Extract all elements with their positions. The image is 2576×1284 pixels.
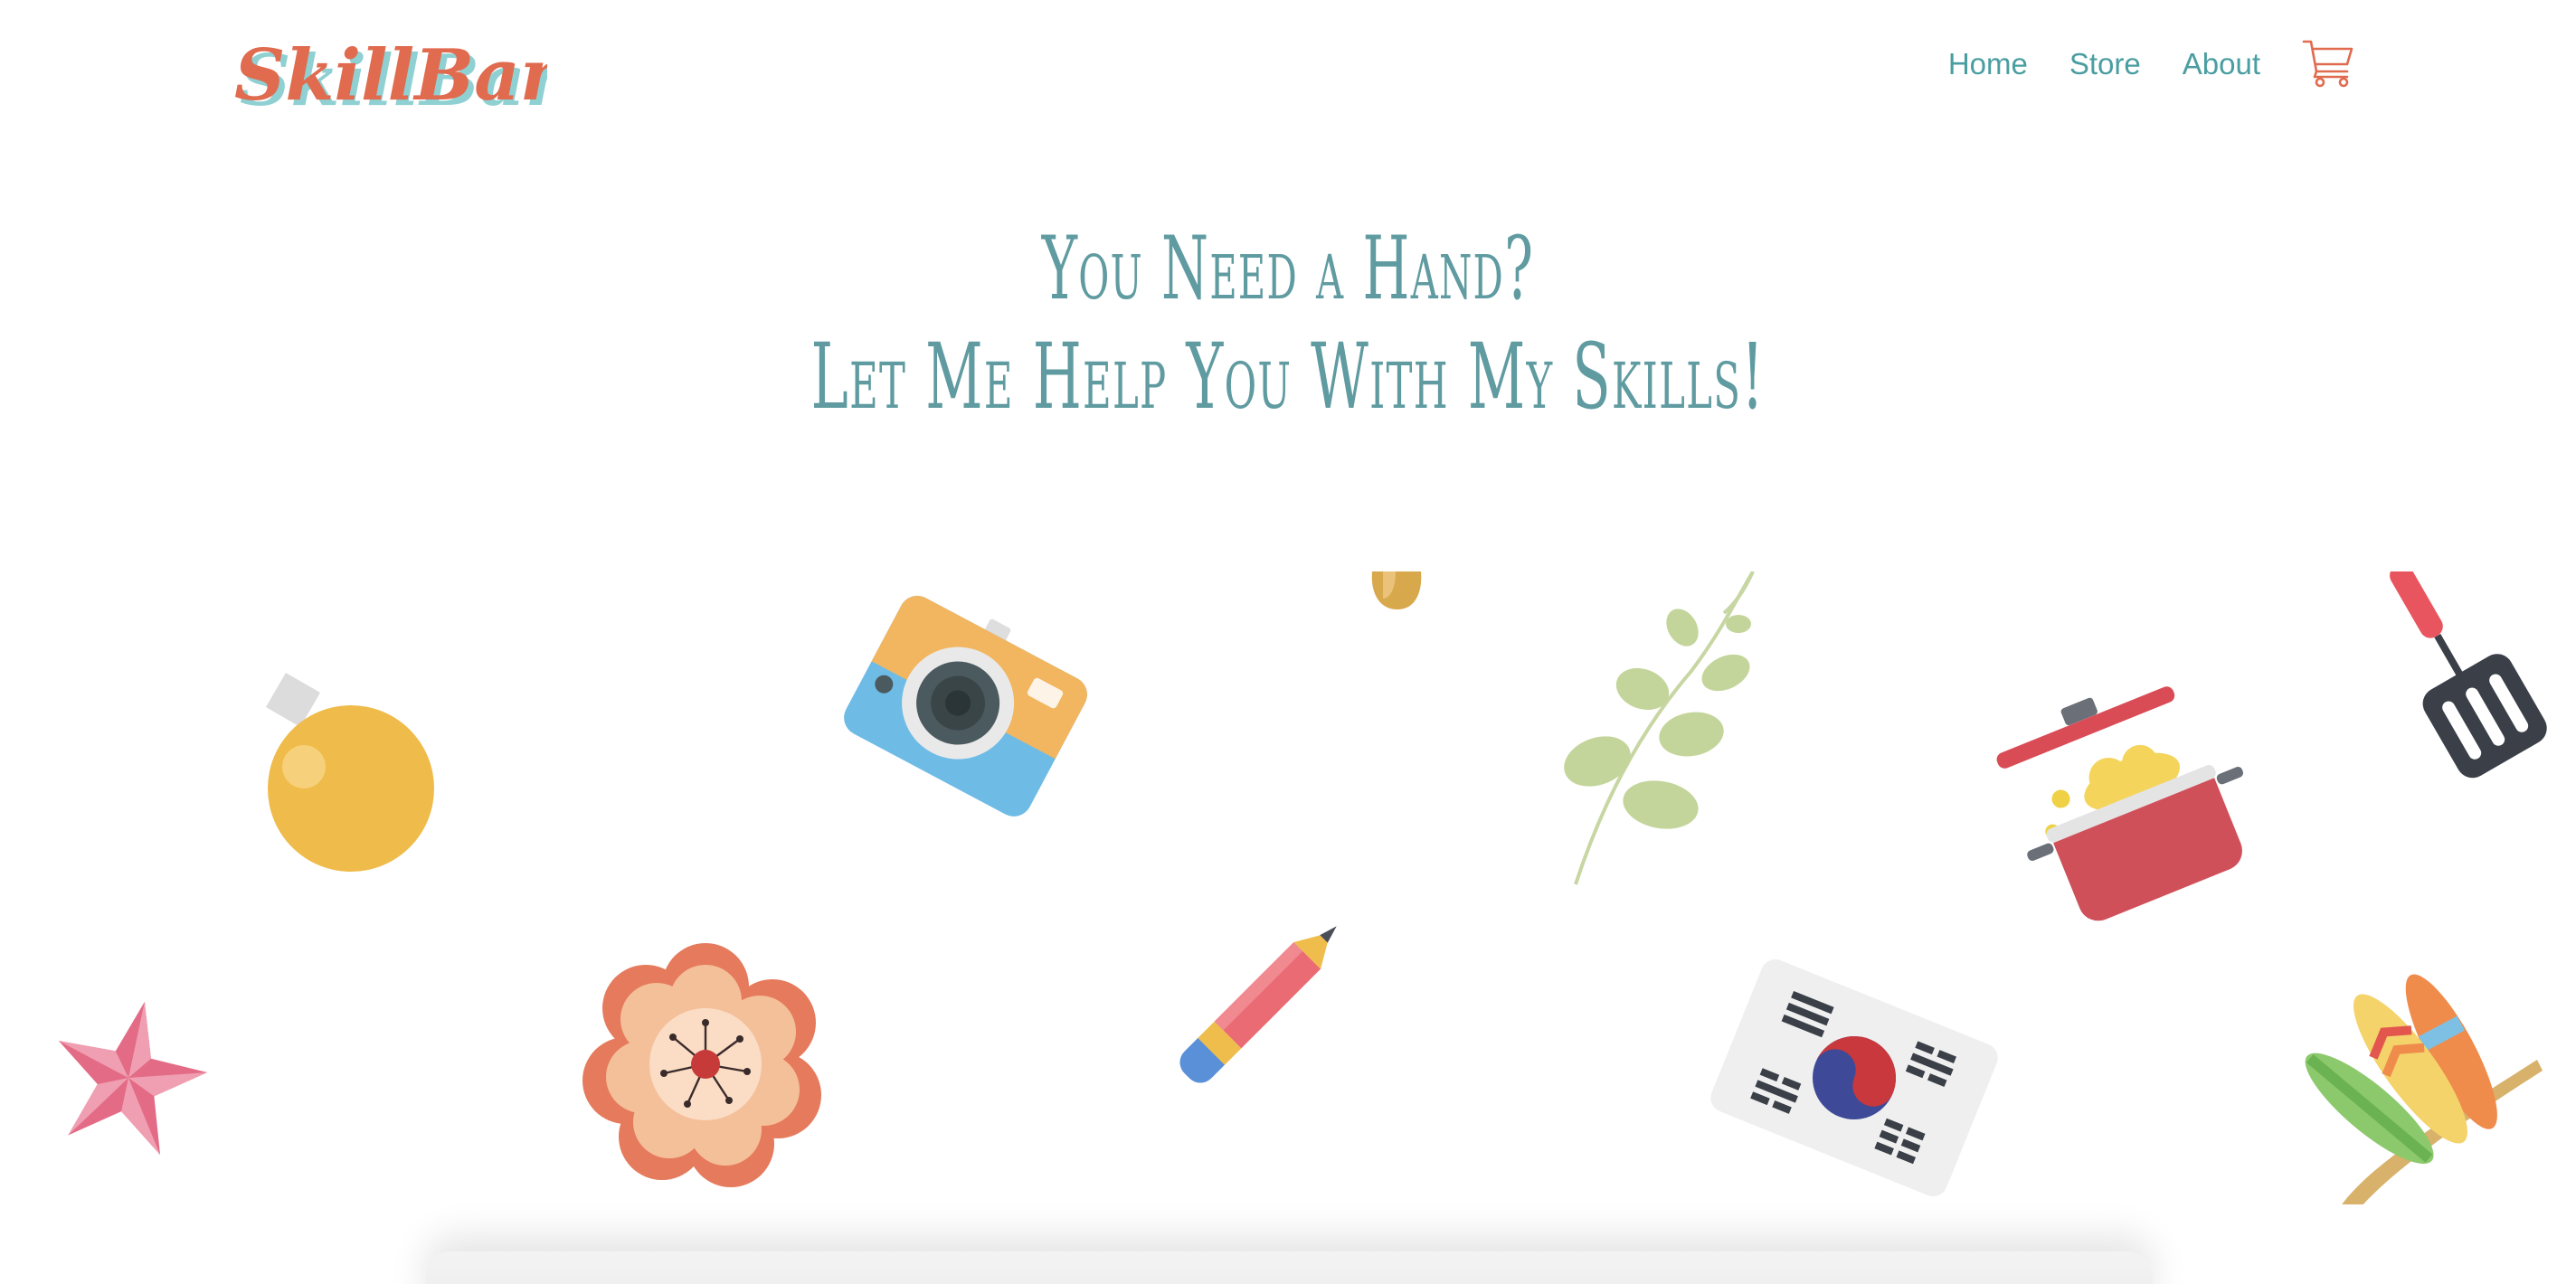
nav-about[interactable]: About (2183, 49, 2260, 79)
pencil-icon (1149, 888, 1375, 1114)
shopping-cart-icon[interactable] (2302, 37, 2354, 90)
star-icon (47, 996, 210, 1159)
content-card-edge (425, 1251, 2153, 1284)
yellow-blob-icon (1370, 571, 1425, 611)
camera-icon (837, 590, 1090, 825)
skillbank-logo[interactable]: SkillBank SkillBank (231, 33, 547, 123)
svg-text:SkillBank: SkillBank (234, 34, 547, 117)
surfboards-icon (2305, 951, 2546, 1204)
illustration-collage (0, 571, 2576, 1204)
christmas-ornament-icon (262, 672, 443, 879)
logo-wordmark: SkillBank SkillBank (234, 34, 547, 122)
leaf-branch-icon (1538, 571, 1773, 897)
hero-headline: You Need a Hand? Let Me Help You With My… (0, 215, 2576, 432)
hero-line-2: Let Me Help You With My Skills! (810, 324, 1766, 430)
main-nav: Home Store About (1948, 36, 2354, 90)
flower-icon (582, 943, 828, 1187)
hero-line-1: You Need a Hand? (1041, 218, 1535, 319)
cooking-pot-icon (1996, 675, 2248, 921)
nav-store[interactable]: Store (2069, 49, 2141, 79)
site-header: SkillBank SkillBank Home Store About (0, 0, 2576, 145)
spatula-icon (2388, 571, 2551, 788)
nav-home[interactable]: Home (1948, 49, 2028, 79)
korean-flag-icon (1700, 942, 2008, 1204)
